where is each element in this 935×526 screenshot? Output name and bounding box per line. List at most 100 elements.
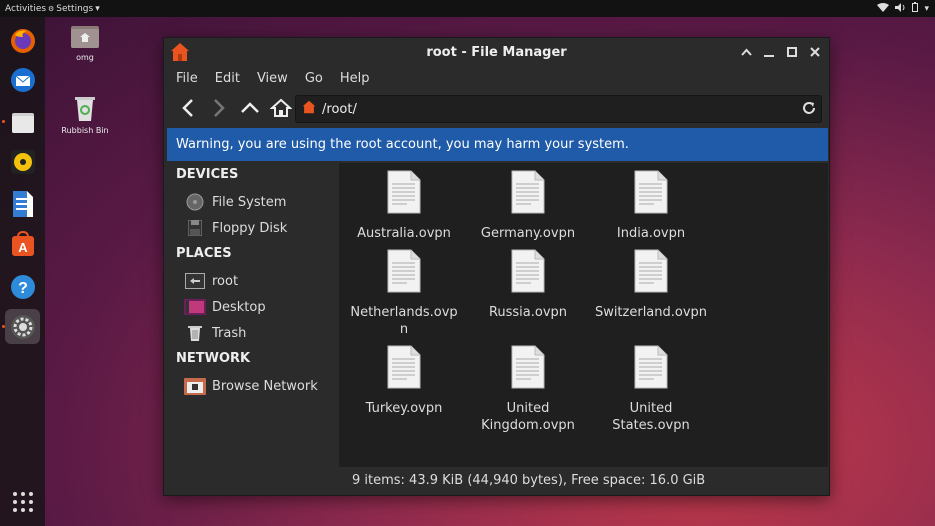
file-manager-window: root - File Manager File Edit View Go He… bbox=[163, 37, 830, 496]
thunderbird-icon[interactable] bbox=[5, 62, 40, 97]
minimize-button[interactable] bbox=[761, 44, 777, 60]
home-button[interactable] bbox=[267, 94, 295, 122]
file-item[interactable]: Germany.ovpn bbox=[468, 170, 588, 242]
text-file-icon bbox=[511, 170, 545, 214]
text-file-icon bbox=[387, 345, 421, 389]
chevron-down-icon: ▾ bbox=[95, 3, 100, 14]
location-path: /root/ bbox=[322, 101, 357, 117]
file-item[interactable]: Russia.ovpn bbox=[468, 249, 588, 321]
desktop-icon-rubbish-bin[interactable]: Rubbish Bin bbox=[54, 95, 116, 135]
file-name-cont: n bbox=[399, 322, 409, 337]
file-name-cont: States.ovpn bbox=[612, 418, 690, 433]
sidebar-item-label: Desktop bbox=[212, 299, 266, 315]
root-warning-bar: Warning, you are using the root account,… bbox=[167, 128, 828, 161]
home-folder-icon bbox=[184, 272, 206, 290]
settings-icon[interactable] bbox=[5, 309, 40, 344]
file-name: Netherlands.ovp bbox=[350, 305, 458, 320]
floppy-icon bbox=[184, 219, 206, 237]
file-item[interactable]: Switzerland.ovpn bbox=[591, 249, 711, 321]
text-file-icon bbox=[511, 249, 545, 293]
sidebar-heading-places: PLACES bbox=[176, 246, 232, 261]
sidebar-heading-devices: DEVICES bbox=[176, 167, 239, 182]
file-name: Switzerland.ovpn bbox=[594, 305, 708, 320]
firefox-icon[interactable] bbox=[5, 23, 40, 58]
menu-bar: File Edit View Go Help bbox=[164, 66, 829, 90]
title-bar[interactable]: root - File Manager bbox=[164, 38, 829, 66]
app-menu[interactable]: ⚙ Settings ▾ bbox=[48, 4, 100, 14]
files-icon[interactable] bbox=[5, 105, 40, 140]
sidebar-item-desktop[interactable]: Desktop bbox=[184, 298, 266, 316]
sidebar-item-label: Trash bbox=[212, 325, 247, 341]
file-name: Russia.ovpn bbox=[488, 305, 568, 320]
help-icon[interactable]: ? bbox=[5, 269, 40, 304]
file-name: United bbox=[629, 401, 673, 416]
software-icon[interactable]: A bbox=[5, 226, 40, 261]
system-tray[interactable]: ▾ bbox=[877, 2, 929, 15]
text-file-icon bbox=[634, 249, 668, 293]
file-item[interactable]: Turkey.ovpn bbox=[344, 345, 464, 417]
file-name: United bbox=[506, 401, 550, 416]
menu-go[interactable]: Go bbox=[305, 71, 323, 86]
activities-button[interactable]: Activities bbox=[0, 4, 48, 14]
file-item[interactable]: Netherlands.ovp n bbox=[344, 249, 464, 338]
menu-help[interactable]: Help bbox=[340, 71, 370, 86]
desktop-icon-label: omg bbox=[76, 53, 94, 62]
menu-file[interactable]: File bbox=[176, 71, 198, 86]
svg-text:?: ? bbox=[18, 280, 28, 297]
file-name: Australia.ovpn bbox=[357, 226, 451, 241]
file-name: Turkey.ovpn bbox=[365, 401, 443, 416]
up-button[interactable] bbox=[236, 94, 264, 122]
volume-icon bbox=[895, 2, 906, 15]
sidebar-item-label: root bbox=[212, 273, 239, 289]
collapse-button[interactable] bbox=[738, 44, 754, 60]
text-file-icon bbox=[511, 345, 545, 389]
desktop-icon-omg[interactable]: omg bbox=[54, 24, 116, 62]
desktop-icon-label: Rubbish Bin bbox=[61, 126, 109, 135]
text-file-icon bbox=[634, 345, 668, 389]
maximize-button[interactable] bbox=[784, 44, 800, 60]
text-file-icon bbox=[387, 249, 421, 293]
home-folder-icon bbox=[54, 24, 116, 50]
svg-text:A: A bbox=[18, 240, 28, 255]
location-bar[interactable]: /root/ bbox=[295, 95, 822, 123]
file-name: Germany.ovpn bbox=[480, 226, 576, 241]
home-icon bbox=[170, 42, 190, 66]
sidebar-item-root[interactable]: root bbox=[184, 272, 238, 290]
dock: A ? bbox=[0, 17, 45, 526]
writer-icon[interactable] bbox=[5, 186, 40, 221]
battery-icon bbox=[912, 2, 919, 15]
forward-button[interactable] bbox=[205, 94, 233, 122]
gear-icon: ⚙ bbox=[48, 4, 55, 13]
sidebar-item-file-system[interactable]: File System bbox=[184, 193, 286, 211]
file-item[interactable]: United States.ovpn bbox=[591, 345, 711, 434]
chevron-down-icon: ▾ bbox=[924, 3, 929, 14]
status-bar: 9 items: 43.9 KiB (44,940 bytes), Free s… bbox=[339, 467, 828, 494]
reload-icon[interactable] bbox=[802, 101, 816, 119]
menu-view[interactable]: View bbox=[257, 71, 288, 86]
close-button[interactable] bbox=[807, 44, 823, 60]
rhythmbox-icon[interactable] bbox=[5, 144, 40, 179]
file-name: India.ovpn bbox=[616, 226, 686, 241]
network-folder-icon bbox=[184, 377, 206, 395]
sidebar-heading-network: NETWORK bbox=[176, 351, 251, 366]
trash-icon bbox=[54, 95, 116, 123]
menu-edit[interactable]: Edit bbox=[215, 71, 240, 86]
file-grid: Australia.ovpn Germany.ovpn India.ovpn N… bbox=[339, 163, 828, 467]
sidebar-item-trash[interactable]: Trash bbox=[184, 324, 246, 342]
file-item[interactable]: India.ovpn bbox=[591, 170, 711, 242]
file-item[interactable]: Australia.ovpn bbox=[344, 170, 464, 242]
back-button[interactable] bbox=[174, 94, 202, 122]
harddisk-icon bbox=[184, 193, 206, 211]
sidebar-item-browse-network[interactable]: Browse Network bbox=[184, 377, 318, 395]
desktop-icon bbox=[184, 298, 206, 316]
toolbar: /root/ bbox=[164, 90, 829, 126]
top-bar: Activities ⚙ Settings ▾ ▾ bbox=[0, 0, 935, 17]
network-icon bbox=[877, 2, 890, 15]
file-item[interactable]: United Kingdom.ovpn bbox=[468, 345, 588, 434]
home-icon bbox=[302, 100, 316, 118]
window-title: root - File Manager bbox=[426, 44, 567, 60]
show-applications-icon[interactable] bbox=[5, 484, 40, 519]
sidebar-item-floppy-disk[interactable]: Floppy Disk bbox=[184, 219, 287, 237]
app-menu-label: Settings bbox=[56, 3, 94, 14]
sidebar-item-label: Browse Network bbox=[212, 378, 318, 394]
